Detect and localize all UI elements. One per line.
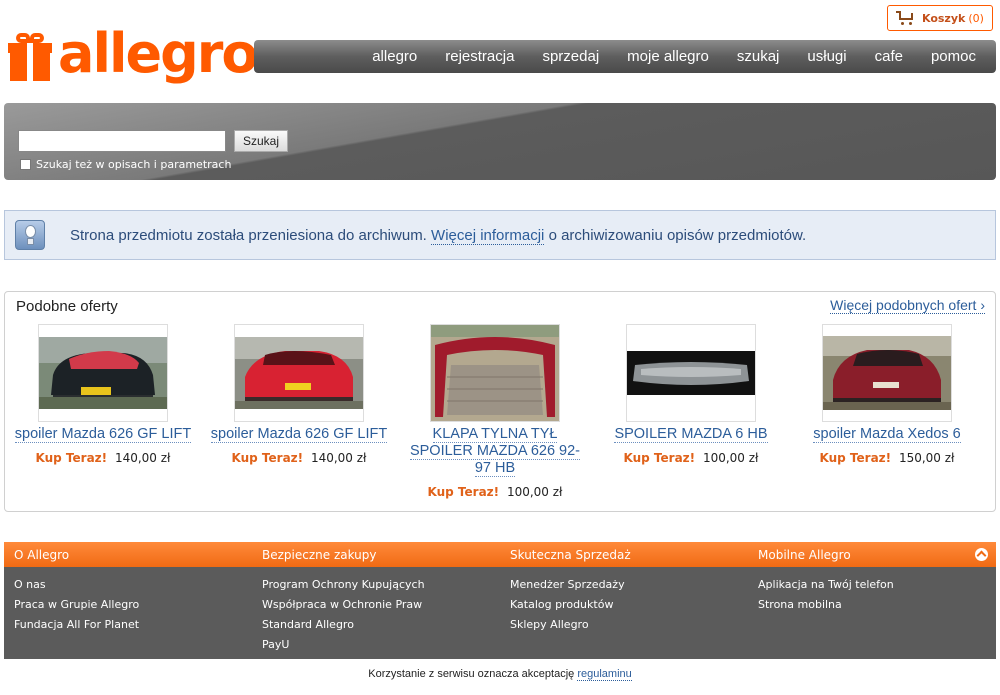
footer-link[interactable]: Aplikacja na Twój telefon — [758, 575, 996, 595]
nav-item-cafe[interactable]: cafe — [875, 48, 903, 65]
similar-offers-title: Podobne oferty — [16, 298, 118, 315]
car-photo-image — [39, 337, 167, 409]
buy-now-label: Kup Teraz! — [623, 451, 696, 465]
offer-item: spoiler Mazda 626 GF LIFT Kup Teraz! 140… — [5, 324, 201, 499]
nav-item-moje-allegro[interactable]: moje allegro — [627, 48, 709, 65]
offer-title-link[interactable]: spoiler Mazda 626 GF LIFT — [13, 426, 193, 443]
terms-notice: Korzystanie z serwisu oznacza akceptację… — [0, 668, 1000, 681]
search-descriptions-label: Szukaj też w opisach i parametrach — [36, 158, 232, 171]
footer-link[interactable]: Standard Allegro — [262, 615, 500, 635]
search-descriptions-checkbox[interactable] — [20, 159, 31, 170]
logo-text: allegro — [58, 22, 258, 85]
footer-link[interactable]: Sklepy Allegro — [510, 615, 748, 635]
terms-link[interactable]: regulaminu — [577, 668, 632, 681]
footer-link[interactable]: Fundacja All For Planet — [14, 615, 252, 635]
offer-price-value: 140,00 zł — [310, 451, 367, 465]
archive-notice-message: Strona przedmiotu została przeniesiona d… — [70, 226, 427, 244]
chevron-up-icon[interactable] — [975, 548, 988, 561]
search-descriptions-option[interactable]: Szukaj też w opisach i parametrach — [20, 158, 231, 171]
offer-price-value: 150,00 zł — [898, 451, 955, 465]
offer-thumbnail[interactable] — [626, 324, 756, 422]
footer-link[interactable]: Współpraca w Ochronie Praw — [262, 595, 500, 615]
offer-title-link[interactable]: spoiler Mazda 626 GF LIFT — [209, 426, 389, 443]
offer-item: spoiler Mazda Xedos 6 Kup Teraz! 150,00 … — [789, 324, 985, 499]
buy-now-label: Kup Teraz! — [231, 451, 304, 465]
gift-logo-icon — [8, 33, 52, 81]
offer-item: KLAPA TYLNA TYŁ SPOILER MAZDA 626 92-97 … — [397, 324, 593, 499]
cart-count: (0) — [968, 11, 984, 25]
offer-title-link[interactable]: spoiler Mazda Xedos 6 — [797, 426, 977, 443]
nav-item-uslugi[interactable]: usługi — [807, 48, 846, 65]
footer-link[interactable]: Strona mobilna — [758, 595, 996, 615]
footer-link[interactable]: Menedżer Sprzedaży — [510, 575, 748, 595]
car-photo-image — [235, 337, 363, 409]
footer-heading-mobilne-allegro: Mobilne Allegro — [758, 547, 851, 562]
offer-title-link[interactable]: KLAPA TYLNA TYŁ SPOILER MAZDA 626 92-97 … — [405, 426, 585, 477]
offer-price: Kup Teraz! 100,00 zł — [624, 451, 759, 465]
offer-thumbnail[interactable] — [430, 324, 560, 422]
footer-heading-bezpieczne-zakupy: Bezpieczne zakupy — [262, 547, 377, 562]
offer-thumbnail[interactable] — [38, 324, 168, 422]
buy-now-label: Kup Teraz! — [819, 451, 892, 465]
nav-item-allegro[interactable]: allegro — [372, 48, 417, 65]
main-nav: allegro rejestracja sprzedaj moje allegr… — [254, 40, 996, 73]
offer-price: Kup Teraz! 140,00 zł — [36, 451, 171, 465]
offer-price: Kup Teraz! 150,00 zł — [820, 451, 955, 465]
cart-icon — [896, 11, 914, 25]
footer-heading-o-allegro: O Allegro — [14, 547, 70, 562]
search-panel: Szukaj Szukaj też w opisach i parametrac… — [4, 103, 996, 180]
nav-item-szukaj[interactable]: szukaj — [737, 48, 780, 65]
nav-item-pomoc[interactable]: pomoc — [931, 48, 976, 65]
footer-column: Aplikacja na Twój telefon Strona mobilna — [748, 575, 996, 655]
offer-price: Kup Teraz! 100,00 zł — [428, 485, 563, 499]
cart-button[interactable]: Koszyk (0) — [887, 5, 993, 31]
similar-offers: Podobne oferty Więcej podobnych ofert › … — [4, 291, 996, 512]
offer-thumbnail[interactable] — [234, 324, 364, 422]
allegro-logo[interactable]: allegro — [8, 22, 258, 90]
footer-column: Menedżer Sprzedaży Katalog produktów Skl… — [500, 575, 748, 655]
tailgate-photo-image — [431, 325, 559, 421]
offer-item: spoiler Mazda 626 GF LIFT Kup Teraz! 140… — [201, 324, 397, 499]
offer-price-value: 100,00 zł — [702, 451, 759, 465]
footer-column: O nas Praca w Grupie Allegro Fundacja Al… — [4, 575, 252, 655]
footer-link[interactable]: O nas — [14, 575, 252, 595]
footer-link[interactable]: Praca w Grupie Allegro — [14, 595, 252, 615]
more-similar-offers-link[interactable]: Więcej podobnych ofert › — [830, 297, 985, 314]
lightbulb-icon — [15, 220, 45, 250]
nav-item-sprzedaj[interactable]: sprzedaj — [542, 48, 599, 65]
offer-title-link[interactable]: SPOILER MAZDA 6 HB — [601, 426, 781, 443]
offer-price: Kup Teraz! 140,00 zł — [232, 451, 367, 465]
footer-link[interactable]: Program Ochrony Kupujących — [262, 575, 500, 595]
offer-price-value: 100,00 zł — [506, 485, 563, 499]
archive-notice-suffix: o archiwizowaniu opisów przedmiotów. — [548, 226, 807, 244]
nav-item-rejestracja[interactable]: rejestracja — [445, 48, 514, 65]
buy-now-label: Kup Teraz! — [35, 451, 108, 465]
archive-notice-text: Strona przedmiotu została przeniesiona d… — [70, 226, 807, 245]
footer-link[interactable]: Katalog produktów — [510, 595, 748, 615]
footer-header: O Allegro Bezpieczne zakupy Skuteczna Sp… — [4, 542, 996, 567]
footer-link[interactable]: PayU — [262, 635, 500, 655]
offer-thumbnail[interactable] — [822, 324, 952, 422]
spoiler-photo-image — [627, 351, 755, 395]
archive-notice: Strona przedmiotu została przeniesiona d… — [4, 210, 996, 260]
footer-column: Program Ochrony Kupujących Współpraca w … — [252, 575, 500, 655]
offer-item: SPOILER MAZDA 6 HB Kup Teraz! 100,00 zł — [593, 324, 789, 499]
terms-text: Korzystanie z serwisu oznacza akceptację — [368, 668, 575, 680]
footer: O Allegro Bezpieczne zakupy Skuteczna Sp… — [4, 542, 996, 659]
more-info-link[interactable]: Więcej informacji — [431, 226, 545, 245]
footer-heading-skuteczna-sprzedaz: Skuteczna Sprzedaż — [510, 547, 631, 562]
offer-price-value: 140,00 zł — [114, 451, 171, 465]
search-button[interactable]: Szukaj — [234, 130, 288, 152]
search-input[interactable] — [18, 130, 226, 152]
car-photo-image — [823, 336, 951, 410]
buy-now-label: Kup Teraz! — [427, 485, 500, 499]
cart-label: Koszyk — [922, 11, 966, 25]
